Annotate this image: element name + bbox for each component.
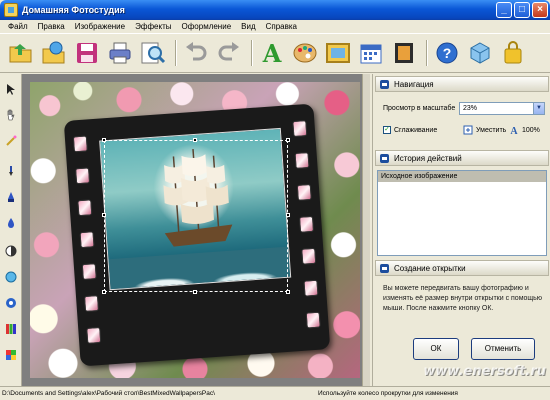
palette-icon[interactable]	[290, 38, 320, 68]
menu-bar: Файл Правка Изображение Эффекты Оформлен…	[0, 20, 550, 33]
canvas-scrollbar[interactable]	[362, 74, 370, 386]
preview-zoom-icon[interactable]	[138, 38, 168, 68]
magic-wand-icon[interactable]	[4, 134, 18, 148]
color-balance-icon[interactable]	[4, 270, 18, 284]
menu-file[interactable]: Файл	[3, 22, 33, 31]
svg-text:A: A	[510, 126, 518, 135]
close-button[interactable]: ×	[532, 2, 548, 18]
undo-icon[interactable]	[181, 38, 211, 68]
fit-icon	[463, 125, 473, 135]
zoom-row: Просмотр в масштабе	[383, 105, 455, 112]
status-hint: Используйте колесо прокрутки для изменен…	[318, 390, 458, 397]
save-floppy-icon[interactable]	[72, 38, 102, 68]
help-icon[interactable]: ?	[432, 38, 462, 68]
resize-handle[interactable]	[286, 213, 290, 217]
resize-handle[interactable]	[193, 138, 197, 142]
stamp-icon[interactable]	[4, 190, 18, 204]
bag-icon[interactable]	[498, 38, 528, 68]
chevron-down-icon[interactable]: ▼	[533, 103, 544, 114]
pointer-icon[interactable]	[4, 82, 18, 96]
smoothing-label: Сглаживание	[394, 126, 438, 134]
zoom-select[interactable]: 23% ▼	[459, 102, 545, 115]
add-text-icon[interactable]: A	[257, 38, 287, 68]
contrast-icon[interactable]	[4, 244, 18, 258]
postcard-header: Создание открытки	[375, 260, 549, 276]
resize-handle[interactable]	[193, 290, 197, 294]
zoom-label: Просмотр в масштабе	[383, 105, 456, 112]
hand-icon[interactable]	[4, 108, 18, 122]
window-title: Домашняя Фотостудия	[22, 5, 125, 15]
history-title: История действий	[394, 153, 462, 163]
resize-handle[interactable]	[286, 290, 290, 294]
toolbar-separator	[426, 40, 428, 66]
minimize-button[interactable]: _	[496, 2, 512, 18]
title-bar: Домашняя Фотостудия _ □ ×	[0, 0, 550, 20]
print-icon[interactable]	[105, 38, 135, 68]
right-panel: Навигация Просмотр в масштабе 23% ▼ ✓ Сг…	[372, 74, 550, 386]
fit-button[interactable]: Уместить	[463, 125, 506, 135]
selection-box[interactable]	[102, 138, 290, 294]
resize-handle[interactable]	[286, 138, 290, 142]
status-bar: D:\Documents and Settings\alex\Рабочий с…	[0, 386, 550, 400]
app-icon	[4, 3, 18, 17]
zoom-value: 23%	[463, 105, 478, 112]
add-text-glyph: A	[262, 38, 282, 68]
menu-edit[interactable]: Правка	[33, 22, 70, 31]
svg-text:?: ?	[443, 45, 452, 61]
actual-size-label: 100%	[522, 126, 540, 134]
open-web-icon[interactable]	[39, 38, 69, 68]
navigation-title: Навигация	[394, 79, 434, 89]
menu-help[interactable]: Справка	[261, 22, 302, 31]
frame-icon[interactable]	[323, 38, 353, 68]
status-path: D:\Documents and Settings\alex\Рабочий с…	[2, 390, 215, 397]
history-list[interactable]: Исходное изображение	[377, 170, 547, 256]
smoothing-row[interactable]: ✓ Сглаживание	[383, 126, 437, 134]
toolbar: A ?	[0, 33, 550, 73]
calendar-icon[interactable]	[356, 38, 386, 68]
toolbar-separator	[175, 40, 177, 66]
section-icon	[380, 79, 389, 89]
menu-effects[interactable]: Эффекты	[130, 22, 176, 31]
open-folder-icon[interactable]	[6, 38, 36, 68]
hue-icon[interactable]	[4, 296, 18, 310]
box-icon[interactable]	[465, 38, 495, 68]
brush-icon[interactable]	[4, 164, 18, 178]
toolbar-separator	[251, 40, 253, 66]
resize-handle[interactable]	[102, 290, 106, 294]
section-icon	[380, 153, 389, 163]
resize-handle[interactable]	[102, 138, 106, 142]
resize-handle[interactable]	[102, 213, 106, 217]
fit-label: Уместить	[476, 126, 507, 134]
smoothing-checkbox[interactable]: ✓	[383, 126, 391, 134]
menu-design[interactable]: Оформление	[176, 22, 236, 31]
window-controls: _ □ ×	[496, 2, 548, 18]
redo-icon[interactable]	[214, 38, 244, 68]
image-canvas[interactable]	[22, 74, 370, 386]
actual-size-button[interactable]: A 100%	[509, 125, 540, 135]
history-item[interactable]: Исходное изображение	[378, 171, 546, 182]
maximize-button[interactable]: □	[514, 2, 530, 18]
left-toolbox	[0, 74, 22, 386]
cancel-button[interactable]: Отменить	[471, 338, 535, 360]
palette-tool-icon[interactable]	[4, 348, 18, 362]
menu-image[interactable]: Изображение	[70, 22, 130, 31]
dropper-icon[interactable]	[4, 216, 18, 230]
postcard-title: Создание открытки	[394, 263, 466, 273]
levels-icon[interactable]	[4, 322, 18, 336]
ok-button[interactable]: ОК	[413, 338, 459, 360]
watermark: www.enersoft.ru	[423, 364, 546, 379]
actual-size-icon: A	[510, 126, 518, 135]
postcard-icon[interactable]	[389, 38, 419, 68]
postcard-description: Вы можете передвигать вашу фотографию и …	[383, 285, 543, 312]
history-header: История действий	[375, 150, 549, 166]
section-icon	[380, 263, 389, 273]
menu-view[interactable]: Вид	[236, 22, 260, 31]
navigation-header: Навигация	[375, 76, 549, 92]
